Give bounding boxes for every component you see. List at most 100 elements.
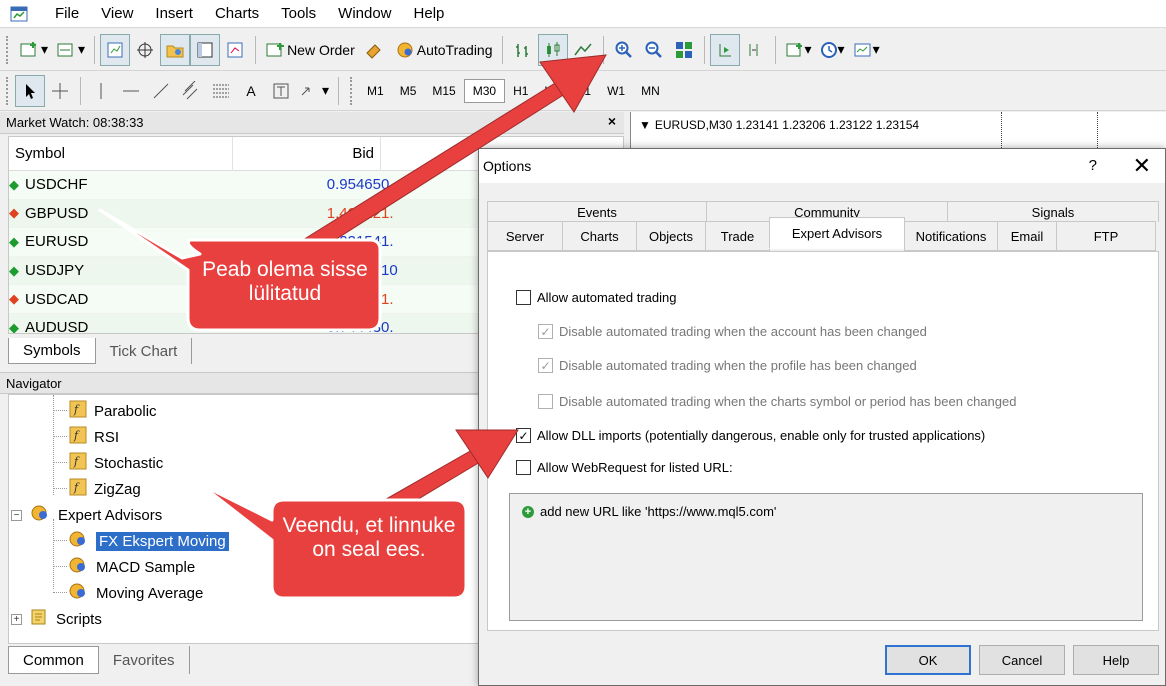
text-icon[interactable]: A xyxy=(236,75,266,107)
allow-automated-trading-option[interactable]: Allow automated trading xyxy=(516,290,676,305)
tree-item-rsi[interactable]: f RSI xyxy=(69,425,119,449)
new-order-button[interactable]: New Order xyxy=(261,34,359,66)
metaeditor-icon[interactable] xyxy=(359,34,389,66)
tree-item-macd-sample[interactable]: MACD Sample xyxy=(67,555,195,579)
profiles-icon[interactable]: ▾ xyxy=(52,34,89,66)
scripts-folder-icon xyxy=(29,608,49,630)
tree-item-expert-advisors[interactable]: − Expert Advisors xyxy=(11,503,162,527)
text-label-icon[interactable] xyxy=(266,75,296,107)
column-header-symbol[interactable]: Symbol xyxy=(9,137,233,171)
strategy-tester-icon[interactable] xyxy=(220,34,250,66)
timeframe-d1[interactable]: D1 xyxy=(568,79,599,103)
indicators-icon[interactable]: ▾ xyxy=(781,34,816,66)
tree-item-fx-ekspert-moving[interactable]: FX Ekspert Moving xyxy=(67,529,229,553)
disable-on-account-change-option: ✓ Disable automated trading when the acc… xyxy=(538,324,927,339)
tab-email[interactable]: Email xyxy=(997,221,1057,251)
tab-common[interactable]: Common xyxy=(8,646,99,674)
allow-dll-imports-option[interactable]: ✓ Allow DLL imports (potentially dangero… xyxy=(516,428,985,443)
add-url-item[interactable]: + add new URL like 'https://www.mql5.com… xyxy=(522,504,776,519)
market-watch-icon[interactable] xyxy=(100,33,131,66)
checkmark-icon[interactable]: ✓ xyxy=(516,428,531,443)
menu-charts[interactable]: Charts xyxy=(204,5,270,22)
menu-insert[interactable]: Insert xyxy=(144,5,204,22)
fibonacci-icon[interactable] xyxy=(206,75,236,107)
column-header-ask[interactable] xyxy=(381,137,481,171)
auto-scroll-icon[interactable] xyxy=(709,33,740,66)
horizontal-line-icon[interactable] xyxy=(116,75,146,107)
timeframe-w1[interactable]: W1 xyxy=(599,79,633,103)
arrow-up-icon: ◆ xyxy=(9,319,19,334)
allow-automated-trading-checkbox[interactable] xyxy=(516,290,531,305)
menu-window[interactable]: Window xyxy=(327,5,402,22)
column-header-bid[interactable]: Bid xyxy=(233,137,381,171)
tree-item-scripts[interactable]: + Scripts xyxy=(11,607,102,631)
menu-view[interactable]: View xyxy=(90,5,144,22)
allow-webrequest-checkbox[interactable] xyxy=(516,460,531,475)
trendline-icon[interactable] xyxy=(146,75,176,107)
new-chart-icon[interactable]: ▾ xyxy=(15,34,52,66)
tab-trade[interactable]: Trade xyxy=(705,221,770,251)
menu-tools[interactable]: Tools xyxy=(270,5,327,22)
timeframe-m5[interactable]: M5 xyxy=(392,79,425,103)
url-list[interactable]: + add new URL like 'https://www.mql5.com… xyxy=(509,493,1143,621)
timeframe-mn[interactable]: MN xyxy=(633,79,668,103)
checkmark-icon: ✓ xyxy=(538,324,553,339)
tab-charts[interactable]: Charts xyxy=(562,221,637,251)
options-dialog: Options ? ✕ Events Community Signals Ser… xyxy=(478,148,1166,686)
tab-signals[interactable]: Signals xyxy=(947,201,1159,222)
expand-icon[interactable]: + xyxy=(11,613,22,625)
cursor-icon[interactable] xyxy=(15,74,45,107)
tree-item-stochastic[interactable]: f Stochastic xyxy=(69,451,163,475)
terminal-icon[interactable] xyxy=(190,33,221,66)
ok-button[interactable]: OK xyxy=(885,645,971,675)
allow-webrequest-option[interactable]: Allow WebRequest for listed URL: xyxy=(516,460,733,475)
menu-file[interactable]: File xyxy=(44,5,90,22)
cancel-button[interactable]: Cancel xyxy=(979,645,1065,675)
zoom-out-icon[interactable] xyxy=(639,34,669,66)
chart-shift-icon[interactable] xyxy=(740,34,770,66)
tile-windows-icon[interactable] xyxy=(669,34,699,66)
standard-toolbar: ▾ ▾ New Order AutoTrading ▾ ▾ ▾ xyxy=(0,29,1166,71)
navigator-icon[interactable] xyxy=(160,33,191,66)
help-icon[interactable]: ? xyxy=(1089,157,1097,174)
toolbar-grip xyxy=(350,76,355,105)
tab-favorites[interactable]: Favorites xyxy=(99,646,190,674)
data-window-icon[interactable] xyxy=(130,34,160,66)
periods-icon[interactable]: ▾ xyxy=(816,34,849,66)
market-watch-close-button[interactable]: × xyxy=(608,113,616,129)
bar-chart-icon[interactable] xyxy=(508,34,538,66)
collapse-icon[interactable]: − xyxy=(11,509,22,521)
indicator-icon: f xyxy=(69,400,87,422)
equidistant-channel-icon[interactable] xyxy=(176,75,206,107)
tab-symbols[interactable]: Symbols xyxy=(8,338,96,364)
vertical-line-icon[interactable] xyxy=(86,75,116,107)
tab-events[interactable]: Events xyxy=(487,201,707,222)
autotrading-label: AutoTrading xyxy=(416,41,493,58)
timeframe-h1[interactable]: H1 xyxy=(505,79,536,103)
tab-server[interactable]: Server xyxy=(487,221,563,251)
terminal-window: File View Insert Charts Tools Window Hel… xyxy=(0,0,1166,686)
timeframe-m30[interactable]: M30 xyxy=(463,78,506,103)
tab-ftp[interactable]: FTP xyxy=(1056,221,1156,251)
tree-item-moving-average[interactable]: Moving Average xyxy=(67,581,203,605)
help-button[interactable]: Help xyxy=(1073,645,1159,675)
templates-icon[interactable]: ▾ xyxy=(849,34,884,66)
tab-expert-advisors[interactable]: Expert Advisors xyxy=(769,217,905,249)
line-chart-icon[interactable] xyxy=(568,34,598,66)
arrow-down-icon: ◆ xyxy=(9,291,19,307)
candlestick-icon[interactable] xyxy=(537,33,568,66)
crosshair-icon[interactable] xyxy=(45,75,75,107)
timeframe-h4[interactable]: H4 xyxy=(536,79,567,103)
tab-notifications[interactable]: Notifications xyxy=(904,221,998,251)
zoom-in-icon[interactable] xyxy=(609,34,639,66)
autotrading-button[interactable]: AutoTrading xyxy=(389,34,497,66)
timeframe-m15[interactable]: M15 xyxy=(424,79,463,103)
tab-objects[interactable]: Objects xyxy=(636,221,706,251)
tree-item-zigzag[interactable]: f ZigZag xyxy=(69,477,141,501)
timeframe-m1[interactable]: M1 xyxy=(359,79,392,103)
arrows-icon[interactable]: ▾ xyxy=(296,75,333,107)
menu-help[interactable]: Help xyxy=(403,5,456,22)
tab-tick-chart[interactable]: Tick Chart xyxy=(96,338,193,364)
tree-item-parabolic[interactable]: f Parabolic xyxy=(69,399,157,423)
close-icon[interactable]: ✕ xyxy=(1133,153,1151,179)
